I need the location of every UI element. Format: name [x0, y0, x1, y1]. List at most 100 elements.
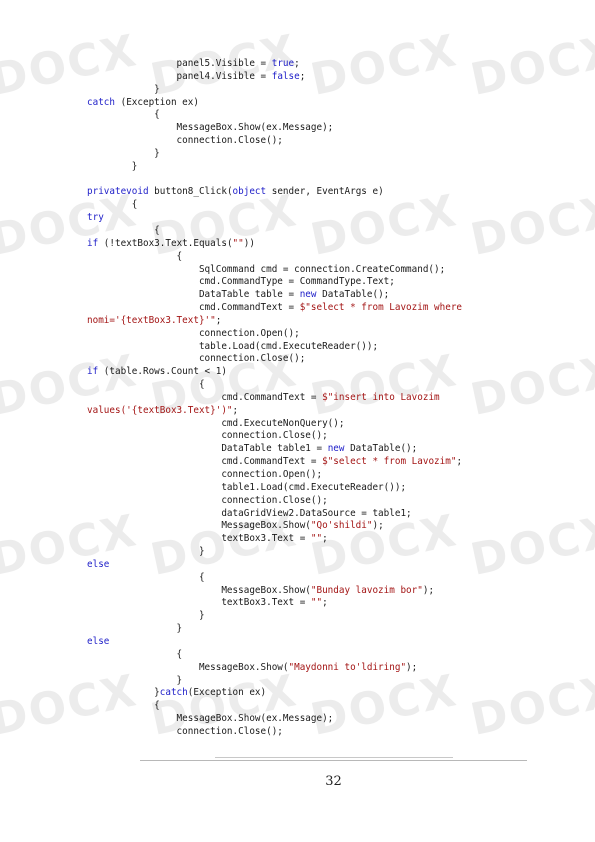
- code-text: }: [87, 623, 183, 635]
- code-text: {: [87, 700, 160, 712]
- code-text: textBox3.Text =: [87, 597, 311, 609]
- code-text: ;: [456, 456, 463, 468]
- footer-divider-short: [215, 757, 453, 758]
- code-line: if (table.Rows.Count < 1): [87, 366, 557, 379]
- code-text: (Exception ex): [187, 687, 267, 699]
- code-keyword: new: [327, 443, 345, 455]
- code-line: table1.Load(cmd.ExecuteReader());: [87, 482, 557, 495]
- code-keyword: object: [232, 186, 267, 198]
- code-text: ;: [294, 58, 300, 69]
- code-text: panel4.Visible =: [87, 70, 272, 82]
- code-text: MessageBox.Show(ex.Message);: [87, 122, 334, 134]
- code-text: {: [87, 109, 160, 121]
- code-keyword: true: [271, 58, 295, 69]
- code-keyword: catch: [87, 96, 115, 108]
- code-line: connection.Close();: [87, 726, 557, 739]
- code-text: connection.Close();: [87, 725, 283, 737]
- code-text: {: [87, 648, 183, 660]
- code-line: panel5.Visible = true;: [87, 58, 557, 71]
- code-line: }catch(Exception ex): [87, 687, 557, 700]
- code-line: cmd.CommandText = $"select * from Lavozi…: [87, 302, 557, 315]
- code-string: "Maydonni to'ldiring": [288, 661, 407, 673]
- code-line: {: [87, 572, 557, 585]
- code-string: $"select * from Lavozim where: [299, 302, 463, 314]
- code-listing: panel5.Visible = true; panel4.Visible = …: [87, 58, 557, 739]
- code-text: {: [87, 199, 138, 211]
- code-line: }: [87, 623, 557, 636]
- code-text: }: [87, 687, 160, 699]
- code-line: SqlCommand cmd = connection.CreateComman…: [87, 264, 557, 277]
- code-text: SqlCommand cmd = connection.CreateComman…: [87, 263, 446, 275]
- code-text: );: [422, 584, 435, 596]
- code-line: else: [87, 559, 557, 572]
- code-text: cmd.CommandText =: [87, 456, 323, 468]
- code-text: {: [87, 379, 205, 391]
- code-string: $"insert into Lavozim: [322, 391, 440, 403]
- code-string: "Bunday lavozim bor": [310, 584, 423, 596]
- code-text: ;: [322, 533, 328, 545]
- code-keyword: privatevoid: [87, 186, 149, 198]
- code-text: }: [87, 674, 183, 686]
- code-line: connection.Close();: [87, 353, 557, 366]
- code-line: {: [87, 379, 557, 392]
- code-line: {: [87, 109, 557, 122]
- code-text: textBox3.Text =: [87, 533, 311, 545]
- code-line: DataTable table = new DataTable();: [87, 289, 557, 302]
- code-text: MessageBox.Show(ex.Message);: [87, 713, 334, 725]
- code-text: DataTable();: [316, 289, 390, 301]
- code-line: else: [87, 636, 557, 649]
- code-text: cmd.CommandText =: [87, 391, 323, 403]
- code-keyword: catch: [159, 687, 188, 699]
- code-text: }: [87, 147, 160, 159]
- code-line: nomi='{textBox3.Text}'";: [87, 315, 557, 328]
- code-line: panel4.Visible = false;: [87, 71, 557, 84]
- code-text: ;: [215, 314, 222, 326]
- code-text: DataTable();: [344, 443, 418, 455]
- code-line: cmd.CommandType = CommandType.Text;: [87, 276, 557, 289]
- code-text: MessageBox.Show(: [87, 584, 311, 596]
- code-line: textBox3.Text = "";: [87, 533, 557, 546]
- code-line: MessageBox.Show(ex.Message);: [87, 122, 557, 135]
- code-line: connection.Close();: [87, 135, 557, 148]
- code-line: {: [87, 199, 557, 212]
- code-line: MessageBox.Show(ex.Message);: [87, 713, 557, 726]
- code-line: DataTable table1 = new DataTable();: [87, 443, 557, 456]
- code-line: table.Load(cmd.ExecuteReader());: [87, 341, 557, 354]
- code-line: }: [87, 161, 557, 174]
- code-text: dataGridView2.DataSource = table1;: [87, 507, 412, 519]
- code-text: sender, EventArgs e): [266, 186, 384, 198]
- code-line: textBox3.Text = "";: [87, 597, 557, 610]
- code-line: try: [87, 212, 557, 225]
- code-text: (!textBox3.Text.Equals(: [98, 237, 233, 249]
- code-text: MessageBox.Show(: [87, 661, 289, 673]
- code-line: }: [87, 610, 557, 623]
- code-line: connection.Close();: [87, 430, 557, 443]
- code-line: }: [87, 84, 557, 97]
- code-string: "": [232, 237, 244, 249]
- code-keyword: new: [299, 289, 317, 301]
- code-line: {: [87, 225, 557, 238]
- code-line: values('{textBox3.Text}')";: [87, 405, 557, 418]
- code-keyword: else: [87, 635, 110, 647]
- code-text: {: [87, 224, 160, 236]
- code-string: nomi='{textBox3.Text}'": [87, 314, 216, 326]
- code-text: DataTable table1 =: [87, 443, 328, 455]
- code-text: ;: [322, 597, 328, 609]
- page-number: 32: [325, 774, 342, 789]
- code-text: );: [372, 520, 384, 532]
- code-text: panel5.Visible =: [87, 58, 272, 69]
- code-string: "": [310, 597, 323, 609]
- code-text: }: [87, 610, 205, 622]
- code-text: ;: [232, 404, 239, 416]
- code-line: {: [87, 251, 557, 264]
- code-text: MessageBox.Show(: [87, 520, 311, 532]
- code-text: button8_Click(: [148, 186, 233, 198]
- code-line: dataGridView2.DataSource = table1;: [87, 508, 557, 521]
- code-text: connection.Open();: [87, 469, 323, 480]
- code-text: }: [87, 160, 138, 172]
- code-line: privatevoid button8_Click(object sender,…: [87, 186, 557, 199]
- code-line: MessageBox.Show("Maydonni to'ldiring");: [87, 662, 557, 675]
- code-string: "": [310, 533, 323, 545]
- code-line: connection.Close();: [87, 495, 557, 508]
